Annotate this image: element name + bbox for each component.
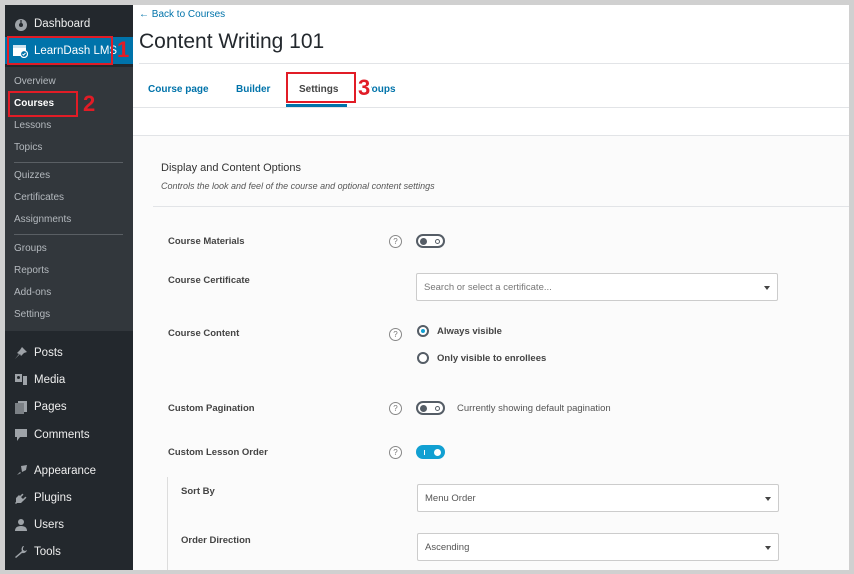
sidebar-item-appearance[interactable]: Appearance bbox=[5, 457, 133, 484]
sort-by-select[interactable]: Menu Order bbox=[417, 484, 779, 512]
section-divider bbox=[153, 206, 849, 207]
submenu-assignments[interactable]: Assignments bbox=[14, 214, 71, 225]
help-icon[interactable]: ? bbox=[389, 328, 402, 341]
sidebar-item-comments[interactable]: Comments bbox=[5, 421, 133, 448]
app-window: Dashboard LearnDash LMS Overview Courses… bbox=[5, 5, 849, 570]
submenu-certificates[interactable]: Certificates bbox=[14, 192, 64, 203]
always-visible-label[interactable]: Always visible bbox=[437, 326, 502, 337]
toggle-knob bbox=[420, 238, 427, 245]
chevron-down-icon bbox=[765, 497, 771, 501]
custom-pagination-label: Custom Pagination bbox=[168, 403, 255, 414]
header-divider bbox=[139, 63, 849, 64]
wrench-icon bbox=[13, 544, 28, 559]
sidebar-item-tools[interactable]: Tools bbox=[5, 538, 133, 565]
submenu-lessons[interactable]: Lessons bbox=[14, 120, 51, 131]
submenu-settings[interactable]: Settings bbox=[14, 309, 50, 320]
radio-only-enrollees[interactable] bbox=[417, 352, 429, 364]
submenu-reports[interactable]: Reports bbox=[14, 265, 49, 276]
help-icon[interactable]: ? bbox=[389, 402, 402, 415]
chevron-down-icon bbox=[764, 286, 770, 290]
radio-always-visible[interactable] bbox=[417, 325, 429, 337]
paintbrush-icon bbox=[13, 463, 28, 478]
page-title: Content Writing 101 bbox=[139, 30, 325, 53]
pin-icon bbox=[13, 345, 28, 360]
annotation-number-1: 1 bbox=[117, 37, 130, 62]
order-direction-label: Order Direction bbox=[181, 535, 251, 546]
course-materials-label: Course Materials bbox=[168, 236, 245, 247]
course-content-label: Course Content bbox=[168, 328, 240, 339]
sidebar-item-dashboard[interactable]: Dashboard bbox=[5, 10, 133, 37]
custom-pagination-toggle[interactable] bbox=[416, 401, 445, 415]
help-icon[interactable]: ? bbox=[389, 235, 402, 248]
pagination-status-text: Currently showing default pagination bbox=[457, 403, 611, 414]
only-enrollees-label[interactable]: Only visible to enrollees bbox=[437, 353, 546, 364]
certificate-select[interactable]: Search or select a certificate... bbox=[416, 273, 778, 301]
admin-sidebar: Dashboard LearnDash LMS Overview Courses… bbox=[5, 5, 133, 570]
section-description: Controls the look and feel of the course… bbox=[161, 181, 435, 191]
sidebar-item-users[interactable]: Users bbox=[5, 511, 133, 538]
tab-builder[interactable]: Builder bbox=[236, 84, 270, 95]
help-icon[interactable]: ? bbox=[389, 446, 402, 459]
submenu-quizzes[interactable]: Quizzes bbox=[14, 170, 50, 181]
sidebar-item-pages[interactable]: Pages bbox=[5, 393, 133, 420]
chevron-down-icon bbox=[765, 546, 771, 550]
toggle-on-indicator bbox=[424, 450, 425, 455]
annotation-box-1 bbox=[7, 36, 113, 65]
submenu-divider bbox=[14, 162, 123, 163]
tab-course-page[interactable]: Course page bbox=[148, 84, 209, 95]
sidebar-item-plugins[interactable]: Plugins bbox=[5, 484, 133, 511]
back-to-courses-link[interactable]: ← Back to Courses bbox=[139, 9, 225, 20]
order-direction-select[interactable]: Ascending bbox=[417, 533, 779, 561]
section-title: Display and Content Options bbox=[161, 162, 302, 174]
comment-icon bbox=[13, 427, 28, 442]
toggle-off-indicator bbox=[435, 239, 440, 244]
submenu-add-ons[interactable]: Add-ons bbox=[14, 287, 51, 298]
submenu-overview[interactable]: Overview bbox=[14, 76, 56, 87]
user-icon bbox=[13, 517, 28, 532]
sidebar-item-media[interactable]: Media bbox=[5, 366, 133, 393]
nested-options-indent bbox=[167, 477, 168, 570]
media-icon bbox=[13, 372, 28, 387]
custom-lesson-order-label: Custom Lesson Order bbox=[168, 447, 268, 458]
tabs-divider bbox=[133, 107, 849, 108]
submenu-divider bbox=[14, 234, 123, 235]
panel-top-border bbox=[133, 135, 849, 136]
toggle-knob bbox=[434, 449, 441, 456]
custom-lesson-order-toggle[interactable] bbox=[416, 445, 445, 459]
submenu-groups[interactable]: Groups bbox=[14, 243, 47, 254]
annotation-number-3: 3 bbox=[358, 75, 372, 100]
annotation-box-3 bbox=[286, 72, 356, 103]
plugin-icon bbox=[13, 490, 28, 505]
toggle-knob bbox=[420, 405, 427, 412]
annotation-box-2 bbox=[8, 91, 78, 117]
sidebar-item-posts[interactable]: Posts bbox=[5, 339, 133, 366]
toggle-off-indicator bbox=[435, 406, 440, 411]
submenu-topics[interactable]: Topics bbox=[14, 142, 42, 153]
dashboard-icon bbox=[13, 16, 28, 31]
course-certificate-label: Course Certificate bbox=[168, 275, 250, 286]
course-materials-toggle[interactable] bbox=[416, 234, 445, 248]
annotation-number-2: 2 bbox=[83, 91, 96, 116]
sort-by-label: Sort By bbox=[181, 486, 215, 497]
pages-icon bbox=[13, 399, 28, 414]
